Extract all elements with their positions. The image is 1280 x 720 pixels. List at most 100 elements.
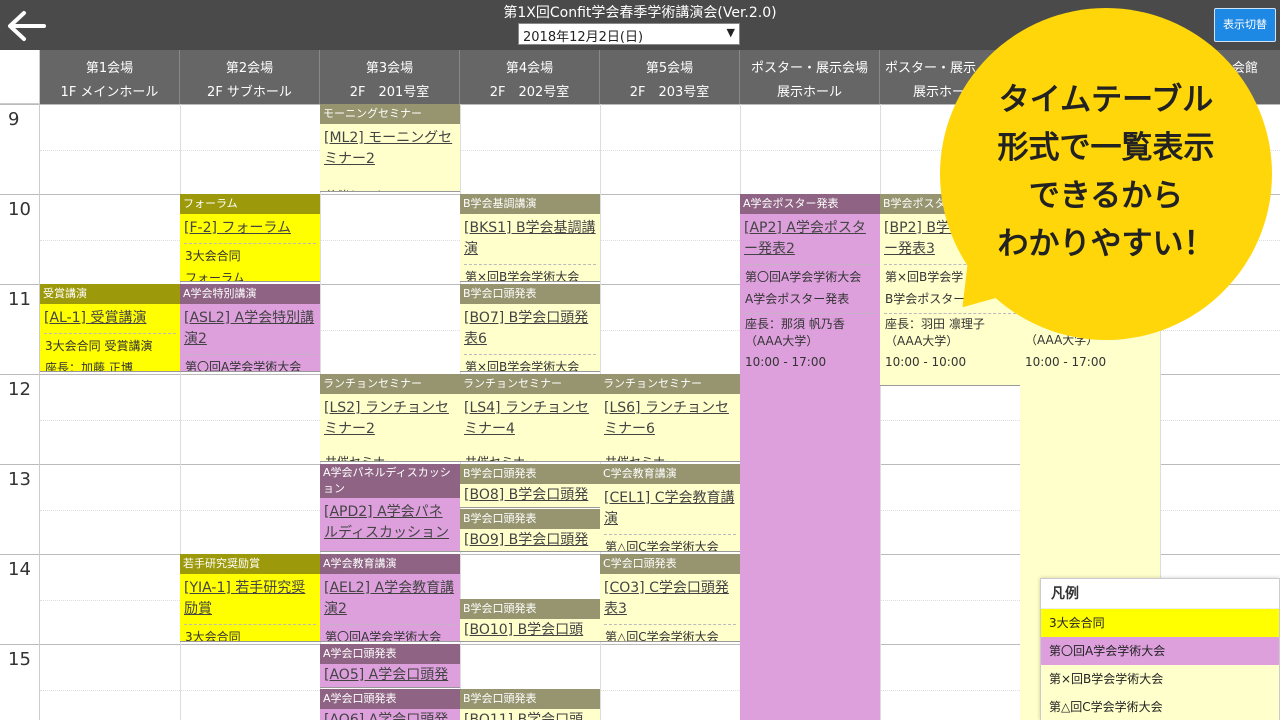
callout-text: タイムテーブル 形式で一覧表示 できるから わかりやすい！ [940,76,1272,268]
session-ap2[interactable]: A学会ポスター発表 [AP2] A学会ポスター発表2 第〇回A学会学術大会 A学… [740,194,880,720]
session-title-link[interactable]: [AL-1] 受賞講演 [40,304,180,329]
room-location: 2F 203号室 [629,85,710,100]
session-category: B学会口頭発表 [460,599,600,619]
room-name: 第4会場 [505,61,554,76]
date-select-value: 2018年12月2日(日) [523,30,644,45]
session-category: A学会教育講演 [320,554,460,574]
session-category: A学会口頭発表 [320,644,460,664]
session-category: B学会口頭発表 [460,509,600,529]
session-title-link[interactable]: [BKS1] B学会基調講演 [460,214,600,260]
room-name: ポスター・展示会場 [750,61,868,76]
legend-panel: 凡例 3大会合同 第〇回A学会学術大会 第×回B学会学術大会 第△回C学会学術大… [1040,578,1280,720]
session-category: A学会ポスター発表 [740,194,880,214]
callout-line: タイムテーブル [998,82,1214,118]
session-ls2[interactable]: ランチョンセミナー [LS2] ランチョンセミナー2 共催セミナー [320,374,460,462]
session-asl2[interactable]: A学会特別講演 [ASL2] A学会特別講演2 第〇回A学会学術大会 [180,284,320,372]
session-title-link[interactable]: [CEL1] C学会教育講演 [600,484,740,530]
callout-line: 形式で一覧表示 [997,130,1215,166]
dropdown-arrow-icon: ▼ [726,26,735,39]
room-location: 2F サブホール [207,85,292,100]
session-chair: 座長：羽田 凛理子（AAA大学） [885,317,985,348]
room-name: 第5会場 [645,61,694,76]
legend-item-joint: 3大会合同 [1041,609,1279,637]
session-title-link[interactable]: [YIA-1] 若手研究奨励賞 [180,574,320,620]
room-location: 展示ホール [776,85,842,100]
session-co3[interactable]: C学会口頭発表 [CO3] C学会口頭発表3 第△回C学会学術大会 [600,554,740,642]
session-detail: 共催セミナー [325,455,398,462]
session-category: ランチョンセミナー [460,374,600,394]
session-al1[interactable]: 受賞講演 [AL-1] 受賞講演 3大会合同 受賞講演 座長：加藤 正博 [40,284,180,372]
session-title-link[interactable]: [BO7] B学会口頭発表6 [460,304,600,350]
session-ls4[interactable]: ランチョンセミナー [LS4] ランチョンセミナー4 共催セミナー [460,374,600,462]
session-title-link[interactable]: [AP2] A学会ポスター発表2 [740,214,880,260]
session-detail: 3大会合同 受賞講演 [45,339,153,353]
session-ao5[interactable]: A学会口頭発表 [AO5] A学会口頭発表 [320,644,460,688]
session-f2[interactable]: フォーラム [F-2] フォーラム 3大会合同 フォーラム [180,194,320,282]
session-detail: 共催セミナー [605,455,678,462]
session-chair: 座長：那須 帆乃香（AAA大学） [745,317,845,348]
session-ael2[interactable]: A学会教育講演 [AEL2] A学会教育講演2 第〇回A学会学術大会 [320,554,460,642]
session-ao6[interactable]: A学会口頭発表 [AO6] A学会口頭発表 [320,689,460,720]
session-cel1[interactable]: C学会教育講演 [CEL1] C学会教育講演 第△回C学会学術大会 [600,464,740,552]
legend-item-society-b: 第×回B学会学術大会 [1041,665,1279,693]
session-title-link[interactable]: [ASL2] A学会特別講演2 [180,304,320,350]
session-ls6[interactable]: ランチョンセミナー [LS6] ランチョンセミナー6 共催セミナー [600,374,740,462]
session-bo10[interactable]: B学会口頭発表 [BO10] B学会口頭発表 [460,599,600,642]
session-detail: 第△回C学会学術大会 [605,630,719,642]
legend-item-society-c: 第△回C学会学術大会 [1041,693,1279,720]
room-location: 2F 202号室 [489,85,570,100]
session-title-link[interactable]: [ML2] モーニングセミナー2 [320,124,460,170]
session-category: B学会口頭発表 [460,464,600,484]
room-header-5[interactable]: 第5会場 2F 203号室 [600,50,740,104]
session-bo11[interactable]: B学会口頭発表 [BO11] B学会口頭発表 [460,689,600,720]
session-bo8[interactable]: B学会口頭発表 [BO8] B学会口頭発表 [460,464,600,508]
session-bks1[interactable]: B学会基調講演 [BKS1] B学会基調講演 第×回B学会学術大会 [460,194,600,282]
date-select[interactable]: 2018年12月2日(日) ▼ [518,23,740,45]
session-detail: 第△回C学会学術大会 [605,540,719,552]
session-detail: 共催セミナー [465,455,538,462]
session-title-link[interactable]: [APD2] A学会パネルディスカッション [320,498,460,544]
session-title-link[interactable]: [CO3] C学会口頭発表3 [600,574,740,620]
session-time: 10:00 - 17:00 [1025,355,1107,369]
room-header-4[interactable]: 第4会場 2F 202号室 [460,50,600,104]
session-bo9[interactable]: B学会口頭発表 [BO9] B学会口頭発表 [460,509,600,552]
session-detail: A学会ポスター発表 [745,292,850,306]
session-category: B学会口頭発表 [460,689,600,709]
session-title-link[interactable]: [BO8] B学会口頭発表 [460,484,600,507]
session-detail: 第〇回A学会学術大会 [185,360,302,372]
session-ml2[interactable]: モーニングセミナー [ML2] モーニングセミナー2 共催セミナー [320,104,460,192]
session-title-link[interactable]: [AEL2] A学会教育講演2 [320,574,460,620]
session-title-link[interactable]: [BO10] B学会口頭発表 [460,619,600,641]
session-title-link[interactable]: [AO6] A学会口頭発表 [320,709,460,720]
time-gutter [0,104,40,720]
session-bo7[interactable]: B学会口頭発表 [BO7] B学会口頭発表6 第×回B学会学術大会 [460,284,600,372]
room-header-1[interactable]: 第1会場 1F メインホール [40,50,180,104]
session-title-link[interactable]: [LS2] ランチョンセミナー2 [320,394,460,440]
room-header-2[interactable]: 第2会場 2F サブホール [180,50,320,104]
room-name: 第2会場 [225,61,274,76]
session-detail: 3大会合同 [185,249,241,263]
session-category: A学会パネルディスカッション [320,464,460,498]
session-category: B学会基調講演 [460,194,600,214]
session-chair: 座長：加藤 正博 [45,361,133,372]
callout-line: できるから [1028,178,1184,214]
session-title-link[interactable]: [LS4] ランチョンセミナー4 [460,394,600,440]
room-header-3[interactable]: 第3会場 2F 201号室 [320,50,460,104]
session-title-link[interactable]: [BO11] B学会口頭発表 [460,709,600,720]
session-apd2[interactable]: A学会パネルディスカッション [APD2] A学会パネルディスカッション [320,464,460,552]
session-detail: 3大会合同 [185,630,241,642]
session-category: フォーラム [180,194,320,214]
session-time: 10:00 - 17:00 [745,355,827,369]
session-category: 若手研究奨励賞 [180,554,320,574]
room-name: 第1会場 [85,61,134,76]
legend-item-society-a: 第〇回A学会学術大会 [1041,637,1279,665]
room-header-6[interactable]: ポスター・展示会場 展示ホール [740,50,880,104]
session-title-link[interactable]: [F-2] フォーラム [180,214,320,239]
session-title-link[interactable]: [LS6] ランチョンセミナー6 [600,394,740,440]
session-title-link[interactable]: [BO9] B学会口頭発表 [460,529,600,551]
session-category: A学会口頭発表 [320,689,460,709]
session-title-link[interactable]: [AO5] A学会口頭発表 [320,664,460,687]
session-yia1[interactable]: 若手研究奨励賞 [YIA-1] 若手研究奨励賞 3大会合同 [180,554,320,642]
view-toggle-button[interactable]: 表示切替 [1214,8,1276,42]
session-detail: 第×回B学会学術大会 [465,360,580,372]
